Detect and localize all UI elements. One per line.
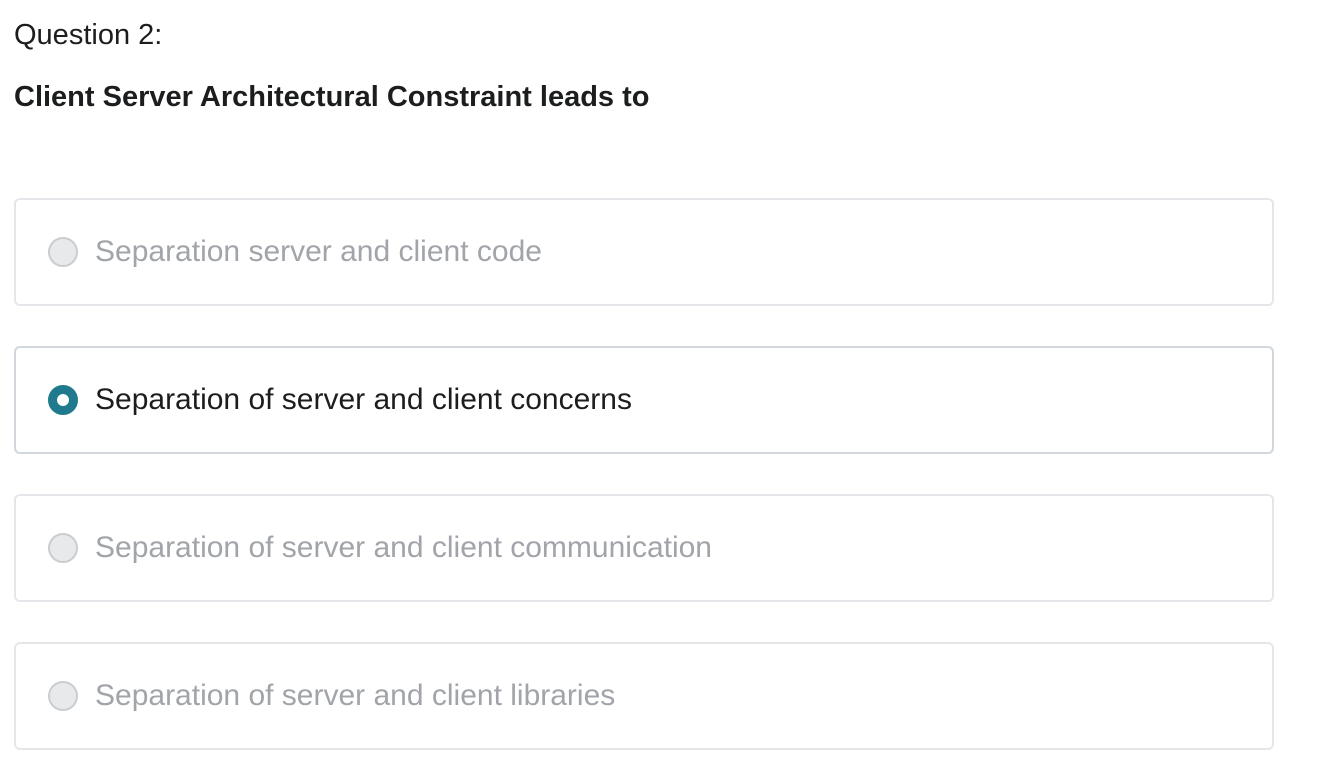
answer-option-label: Separation of server and client librarie… [95, 679, 616, 712]
answer-option-label: Separation server and client code [95, 235, 542, 268]
answer-option-4[interactable]: Separation of server and client librarie… [14, 642, 1274, 750]
answer-option-label: Separation of server and client communic… [95, 531, 712, 564]
answer-options: Separation server and client code Separa… [14, 198, 1274, 770]
radio-button[interactable] [48, 533, 78, 563]
answer-option-3[interactable]: Separation of server and client communic… [14, 494, 1274, 602]
question-number: Question 2: [14, 19, 163, 51]
answer-option-label: Separation of server and client concerns [95, 383, 632, 416]
radio-button[interactable] [48, 681, 78, 711]
radio-button[interactable] [48, 237, 78, 267]
answer-option-2[interactable]: Separation of server and client concerns [14, 346, 1274, 454]
question-prompt: Client Server Architectural Constraint l… [14, 81, 650, 113]
answer-option-1[interactable]: Separation server and client code [14, 198, 1274, 306]
radio-button[interactable] [48, 385, 78, 415]
quiz-page: Question 2: Client Server Architectural … [0, 0, 1318, 770]
